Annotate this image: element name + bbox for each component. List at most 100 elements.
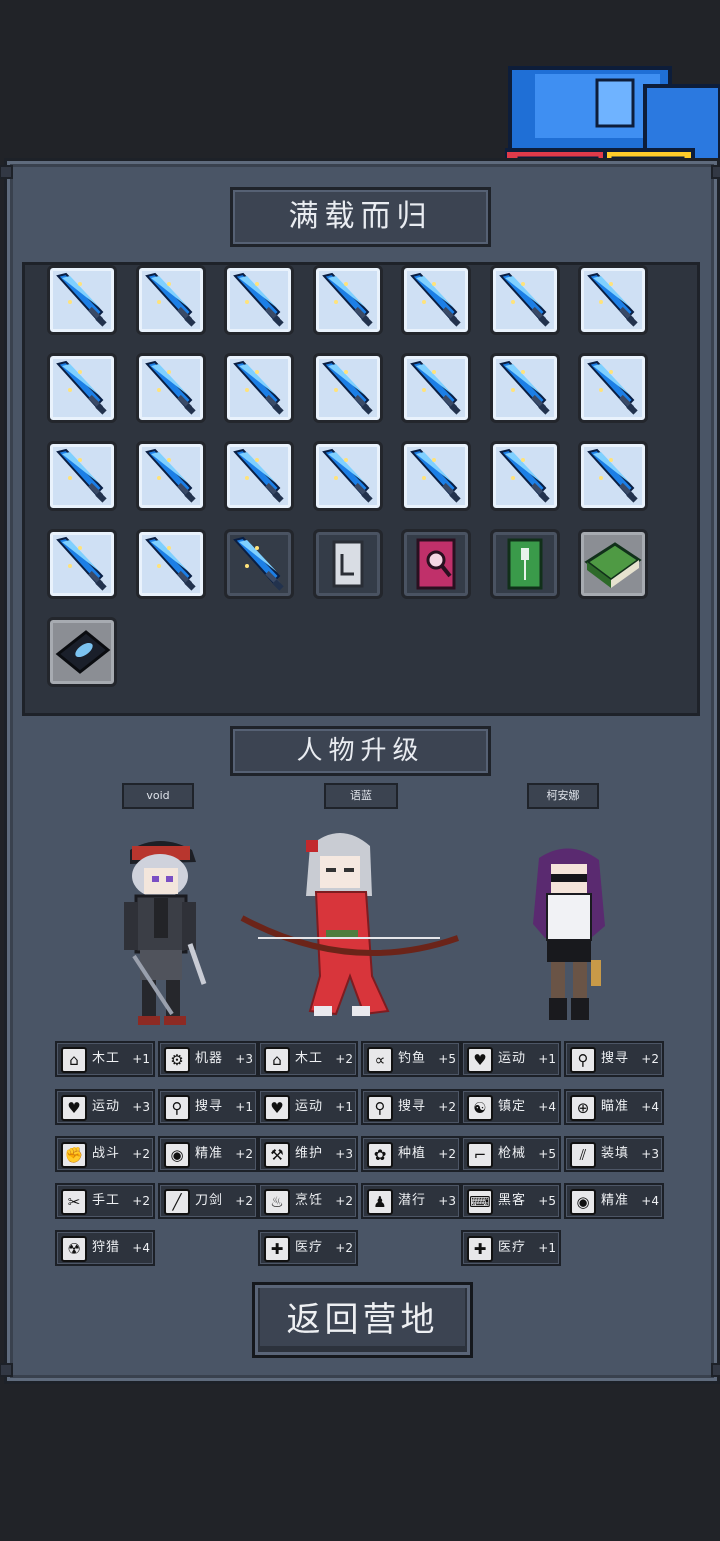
loot-item-slot[interactable] bbox=[578, 353, 648, 423]
loot-item-slot[interactable] bbox=[135, 353, 206, 423]
loot-item-slot[interactable] bbox=[135, 265, 206, 335]
skill-level: +1 bbox=[538, 1052, 556, 1066]
skill-chip[interactable]: ⌂ 木工 +1 bbox=[55, 1041, 155, 1077]
skill-chip[interactable]: ♨ 烹饪 +2 bbox=[258, 1183, 358, 1219]
upgrade-title: 人物升级 bbox=[230, 726, 491, 776]
skill-chip[interactable]: ✊ 战斗 +2 bbox=[55, 1136, 155, 1172]
skill-level: +1 bbox=[335, 1100, 353, 1114]
skill-level: +2 bbox=[132, 1194, 150, 1208]
ice-sword-icon bbox=[498, 272, 550, 327]
skill-chip[interactable]: ♥ 运动 +3 bbox=[55, 1089, 155, 1125]
character-name-tag: 柯安娜 bbox=[527, 783, 599, 809]
house-icon: ⌂ bbox=[61, 1047, 87, 1073]
skill-chip[interactable]: ╱ 刀剑 +2 bbox=[158, 1183, 258, 1219]
loot-item-slot[interactable] bbox=[135, 441, 206, 511]
pot-icon: ♨ bbox=[264, 1189, 290, 1215]
skill-name: 木工 bbox=[295, 1051, 324, 1066]
hacker-icon: ⌨ bbox=[467, 1189, 493, 1215]
loot-item-slot[interactable] bbox=[489, 441, 560, 511]
loot-item-slot[interactable] bbox=[312, 529, 383, 599]
skill-chip[interactable]: ⌐ 枪械 +5 bbox=[461, 1136, 561, 1172]
skill-chip[interactable]: ⚲ 搜寻 +1 bbox=[158, 1089, 258, 1125]
skill-chip[interactable]: ♟ 潜行 +3 bbox=[361, 1183, 461, 1219]
skill-name: 黑客 bbox=[498, 1193, 527, 1208]
skill-name: 枪械 bbox=[498, 1146, 527, 1161]
skill-chip[interactable]: ♥ 运动 +1 bbox=[461, 1041, 561, 1077]
skill-level: +2 bbox=[438, 1147, 456, 1161]
ice-sword-icon bbox=[587, 448, 638, 503]
loot-item-slot[interactable] bbox=[578, 441, 648, 511]
loot-item-slot[interactable] bbox=[47, 265, 117, 335]
loot-item-slot[interactable] bbox=[401, 353, 471, 423]
loot-item-slot[interactable] bbox=[224, 529, 294, 599]
loot-item-slot[interactable] bbox=[401, 441, 471, 511]
skill-chip[interactable]: ⫽ 装填 +3 bbox=[564, 1136, 664, 1172]
loot-item-slot[interactable] bbox=[489, 265, 560, 335]
skill-level: +2 bbox=[235, 1147, 253, 1161]
sword-icon: ╱ bbox=[164, 1189, 190, 1215]
skill-chip[interactable]: ◉ 精准 +2 bbox=[158, 1136, 258, 1172]
green-book-icon bbox=[507, 538, 542, 590]
loot-item-slot[interactable] bbox=[312, 441, 383, 511]
ice-sword-icon bbox=[233, 360, 284, 415]
skill-name: 运动 bbox=[92, 1099, 121, 1114]
skill-chip[interactable]: ✚ 医疗 +2 bbox=[258, 1230, 358, 1266]
ice-sword-icon bbox=[498, 448, 550, 503]
skill-level: +4 bbox=[538, 1100, 556, 1114]
skill-chip[interactable]: ⚙ 机器 +3 bbox=[158, 1041, 258, 1077]
return-to-camp-button[interactable]: 返回营地 bbox=[252, 1282, 473, 1358]
loot-item-slot[interactable] bbox=[312, 265, 383, 335]
loot-item-slot[interactable] bbox=[401, 529, 471, 599]
loot-item-slot[interactable] bbox=[224, 353, 294, 423]
skill-chip[interactable]: ✿ 种植 +2 bbox=[361, 1136, 461, 1172]
skill-chip[interactable]: ✂ 手工 +2 bbox=[55, 1183, 155, 1219]
fish-icon: ∝ bbox=[367, 1047, 393, 1073]
reload-icon: ⫽ bbox=[570, 1142, 596, 1168]
skill-chip[interactable]: ⌂ 木工 +2 bbox=[258, 1041, 358, 1077]
loot-item-slot[interactable] bbox=[47, 441, 117, 511]
ice-sword-icon bbox=[587, 272, 638, 327]
loot-item-slot[interactable] bbox=[47, 353, 117, 423]
skill-name: 钓鱼 bbox=[398, 1051, 427, 1066]
loot-item-slot[interactable] bbox=[578, 529, 648, 599]
skill-name: 装填 bbox=[601, 1146, 630, 1161]
skill-level: +1 bbox=[538, 1241, 556, 1255]
ice-sword-icon bbox=[321, 448, 373, 503]
loot-item-slot[interactable] bbox=[135, 529, 206, 599]
skill-chip[interactable]: ✚ 医疗 +1 bbox=[461, 1230, 561, 1266]
skill-chip[interactable]: ⌨ 黑客 +5 bbox=[461, 1183, 561, 1219]
loot-item-slot[interactable] bbox=[224, 441, 294, 511]
ice-sword-icon bbox=[144, 272, 196, 327]
skill-level: +2 bbox=[438, 1100, 456, 1114]
loot-item-slot[interactable] bbox=[224, 265, 294, 335]
skill-chip[interactable]: ⊕ 瞄准 +4 bbox=[564, 1089, 664, 1125]
loot-item-slot[interactable] bbox=[47, 617, 117, 687]
skill-chip[interactable]: ☯ 镇定 +4 bbox=[461, 1089, 561, 1125]
ice-sword-icon bbox=[144, 536, 196, 591]
skill-chip[interactable]: ⚲ 搜寻 +2 bbox=[361, 1089, 461, 1125]
skill-name: 刀剑 bbox=[195, 1193, 224, 1208]
loot-item-slot[interactable] bbox=[489, 353, 560, 423]
character-name-tag: 语蓝 bbox=[324, 783, 398, 809]
skill-level: +2 bbox=[641, 1052, 659, 1066]
loot-item-slot[interactable] bbox=[578, 265, 648, 335]
skill-chip[interactable]: ◉ 精准 +4 bbox=[564, 1183, 664, 1219]
skill-level: +2 bbox=[132, 1147, 150, 1161]
skill-level: +5 bbox=[538, 1147, 556, 1161]
loot-item-slot[interactable] bbox=[47, 529, 117, 599]
medkit-icon: ✚ bbox=[467, 1236, 493, 1262]
loot-item-slot[interactable] bbox=[401, 265, 471, 335]
skill-chip[interactable]: ⚲ 搜寻 +2 bbox=[564, 1041, 664, 1077]
loot-item-slot[interactable] bbox=[312, 353, 383, 423]
skill-chip[interactable]: ⚒ 维护 +3 bbox=[258, 1136, 358, 1172]
loot-item-slot[interactable] bbox=[489, 529, 560, 599]
skill-chip[interactable]: ☢ 狩猎 +4 bbox=[55, 1230, 155, 1266]
skill-name: 精准 bbox=[601, 1193, 630, 1208]
crosshair-icon: ⊕ bbox=[570, 1095, 596, 1121]
skill-chip[interactable]: ∝ 钓鱼 +5 bbox=[361, 1041, 461, 1077]
skill-chip[interactable]: ♥ 运动 +1 bbox=[258, 1089, 358, 1125]
skill-name: 狩猎 bbox=[92, 1240, 121, 1255]
skill-level: +5 bbox=[438, 1052, 456, 1066]
ice-sword-icon bbox=[587, 360, 638, 415]
skill-level: +3 bbox=[235, 1052, 253, 1066]
